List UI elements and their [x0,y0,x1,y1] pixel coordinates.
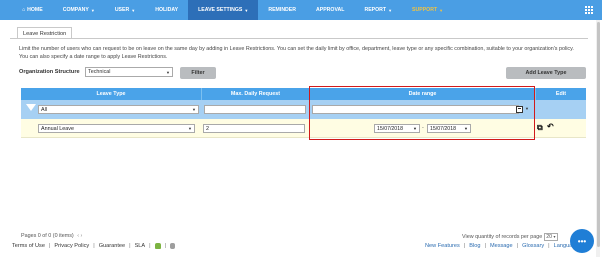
view-quantity: View quantity of records per page 20 ▼ [462,233,559,241]
header-max-daily[interactable]: Max. Daily Request [202,88,310,100]
view-qty-label: View quantity of records per page [462,234,543,240]
chevron-down-icon: ▼ [192,107,196,112]
nav-leave-settings-label: LEAVE SETTINGS [198,7,243,13]
filter-max-daily-input[interactable] [204,105,306,114]
table-body [21,138,586,228]
privacy-link[interactable]: Privacy Policy [54,243,89,249]
org-structure-value: Technical [88,69,111,75]
view-qty-select[interactable]: 20 ▼ [544,233,559,241]
scrollbar-thumb[interactable] [597,22,600,247]
nav-approval-label: APPROVAL [316,7,345,13]
footer-left-links: Terms of Use | Privacy Policy | Guarante… [12,243,176,249]
chevron-down-icon: ▼ [188,126,192,131]
nav-reminder[interactable]: REMINDER [258,0,306,20]
header-leave-type[interactable]: Leave Type [21,88,202,100]
nav-support-label: SUPPORT [412,7,438,13]
undo-icon[interactable]: ↶ [547,122,554,131]
message-link[interactable]: Message [490,243,513,249]
top-navigation: ⌂ HOME COMPANY ▼ USER ▼ HOLIDAY LEAVE SE… [0,0,602,20]
add-leave-type-button[interactable]: Add Leave Type [506,67,586,79]
terms-link[interactable]: Terms of Use [12,243,45,249]
pager-text: Pages 0 of 0 (0 items) [21,233,74,239]
footer-right-links: New Features | Blog | Message | Glossary… [425,243,579,249]
save-icon[interactable]: ⧉ [537,123,543,133]
nav-home-label: HOME [27,7,43,13]
view-qty-value: 20 [546,234,552,240]
guarantee-link[interactable]: Guarantee [99,243,125,249]
chevron-down-icon: ▼ [388,7,393,13]
filter-button[interactable]: Filter [180,67,216,79]
chevron-down-icon: ▼ [90,7,95,13]
glossary-link[interactable]: Glossary [522,243,544,249]
home-icon: ⌂ [22,7,26,13]
chevron-down-icon: ▼ [552,235,557,239]
nav-holiday-label: HOLIDAY [155,7,179,13]
max-daily-value: 2 [206,125,209,132]
tab-leave-restriction-label: Leave Restriction [23,30,67,37]
pager-info: Pages 0 of 0 (0 items) ‹ › [21,233,82,239]
nav-company-label: COMPANY [62,7,89,13]
nav-report[interactable]: REPORT ▼ [354,0,402,20]
org-structure-label: Organization Structure [19,69,80,75]
nav-reminder-label: REMINDER [268,7,297,13]
new-features-link[interactable]: New Features [425,243,460,249]
nav-user[interactable]: USER ▼ [105,0,145,20]
nav-home[interactable]: ⌂ HOME [0,0,53,20]
date-range-highlight [309,86,535,140]
header-edit: Edit [555,91,567,97]
android-icon[interactable] [154,243,161,249]
chevron-down-icon: ▼ [244,7,249,13]
chevron-down-icon: ▼ [131,7,136,13]
apple-icon[interactable] [170,243,176,249]
apps-grid-icon[interactable] [585,6,593,14]
filter-leave-type-select[interactable]: All ▼ [38,105,199,114]
blog-link[interactable]: Blog [469,243,480,249]
max-daily-input[interactable]: 2 [203,124,305,133]
nav-user-label: USER [114,7,130,13]
nav-holiday[interactable]: HOLIDAY [145,0,188,20]
nav-support[interactable]: SUPPORT ▼ [402,0,453,20]
sla-link[interactable]: SLA [135,243,146,249]
tab-divider [10,38,588,39]
chevron-down-icon: ▼ [166,69,170,75]
leave-type-value: Annual Leave [41,125,74,132]
nav-company[interactable]: COMPANY ▼ [53,0,105,20]
page-description: Limit the number of users who can reques… [19,46,574,60]
nav-report-label: REPORT [364,7,387,13]
chat-icon[interactable]: ••• [570,229,594,253]
chevron-down-icon: ▼ [439,7,444,13]
leave-type-select[interactable]: Annual Leave ▼ [38,124,195,133]
nav-approval[interactable]: APPROVAL [306,0,354,20]
filter-leave-type-value: All [41,106,47,113]
org-structure-select[interactable]: Technical ▼ [85,67,173,77]
filter-icon [26,104,36,111]
pager-arrows[interactable]: ‹ › [77,233,82,239]
nav-leave-settings[interactable]: LEAVE SETTINGS ▼ [188,0,259,20]
